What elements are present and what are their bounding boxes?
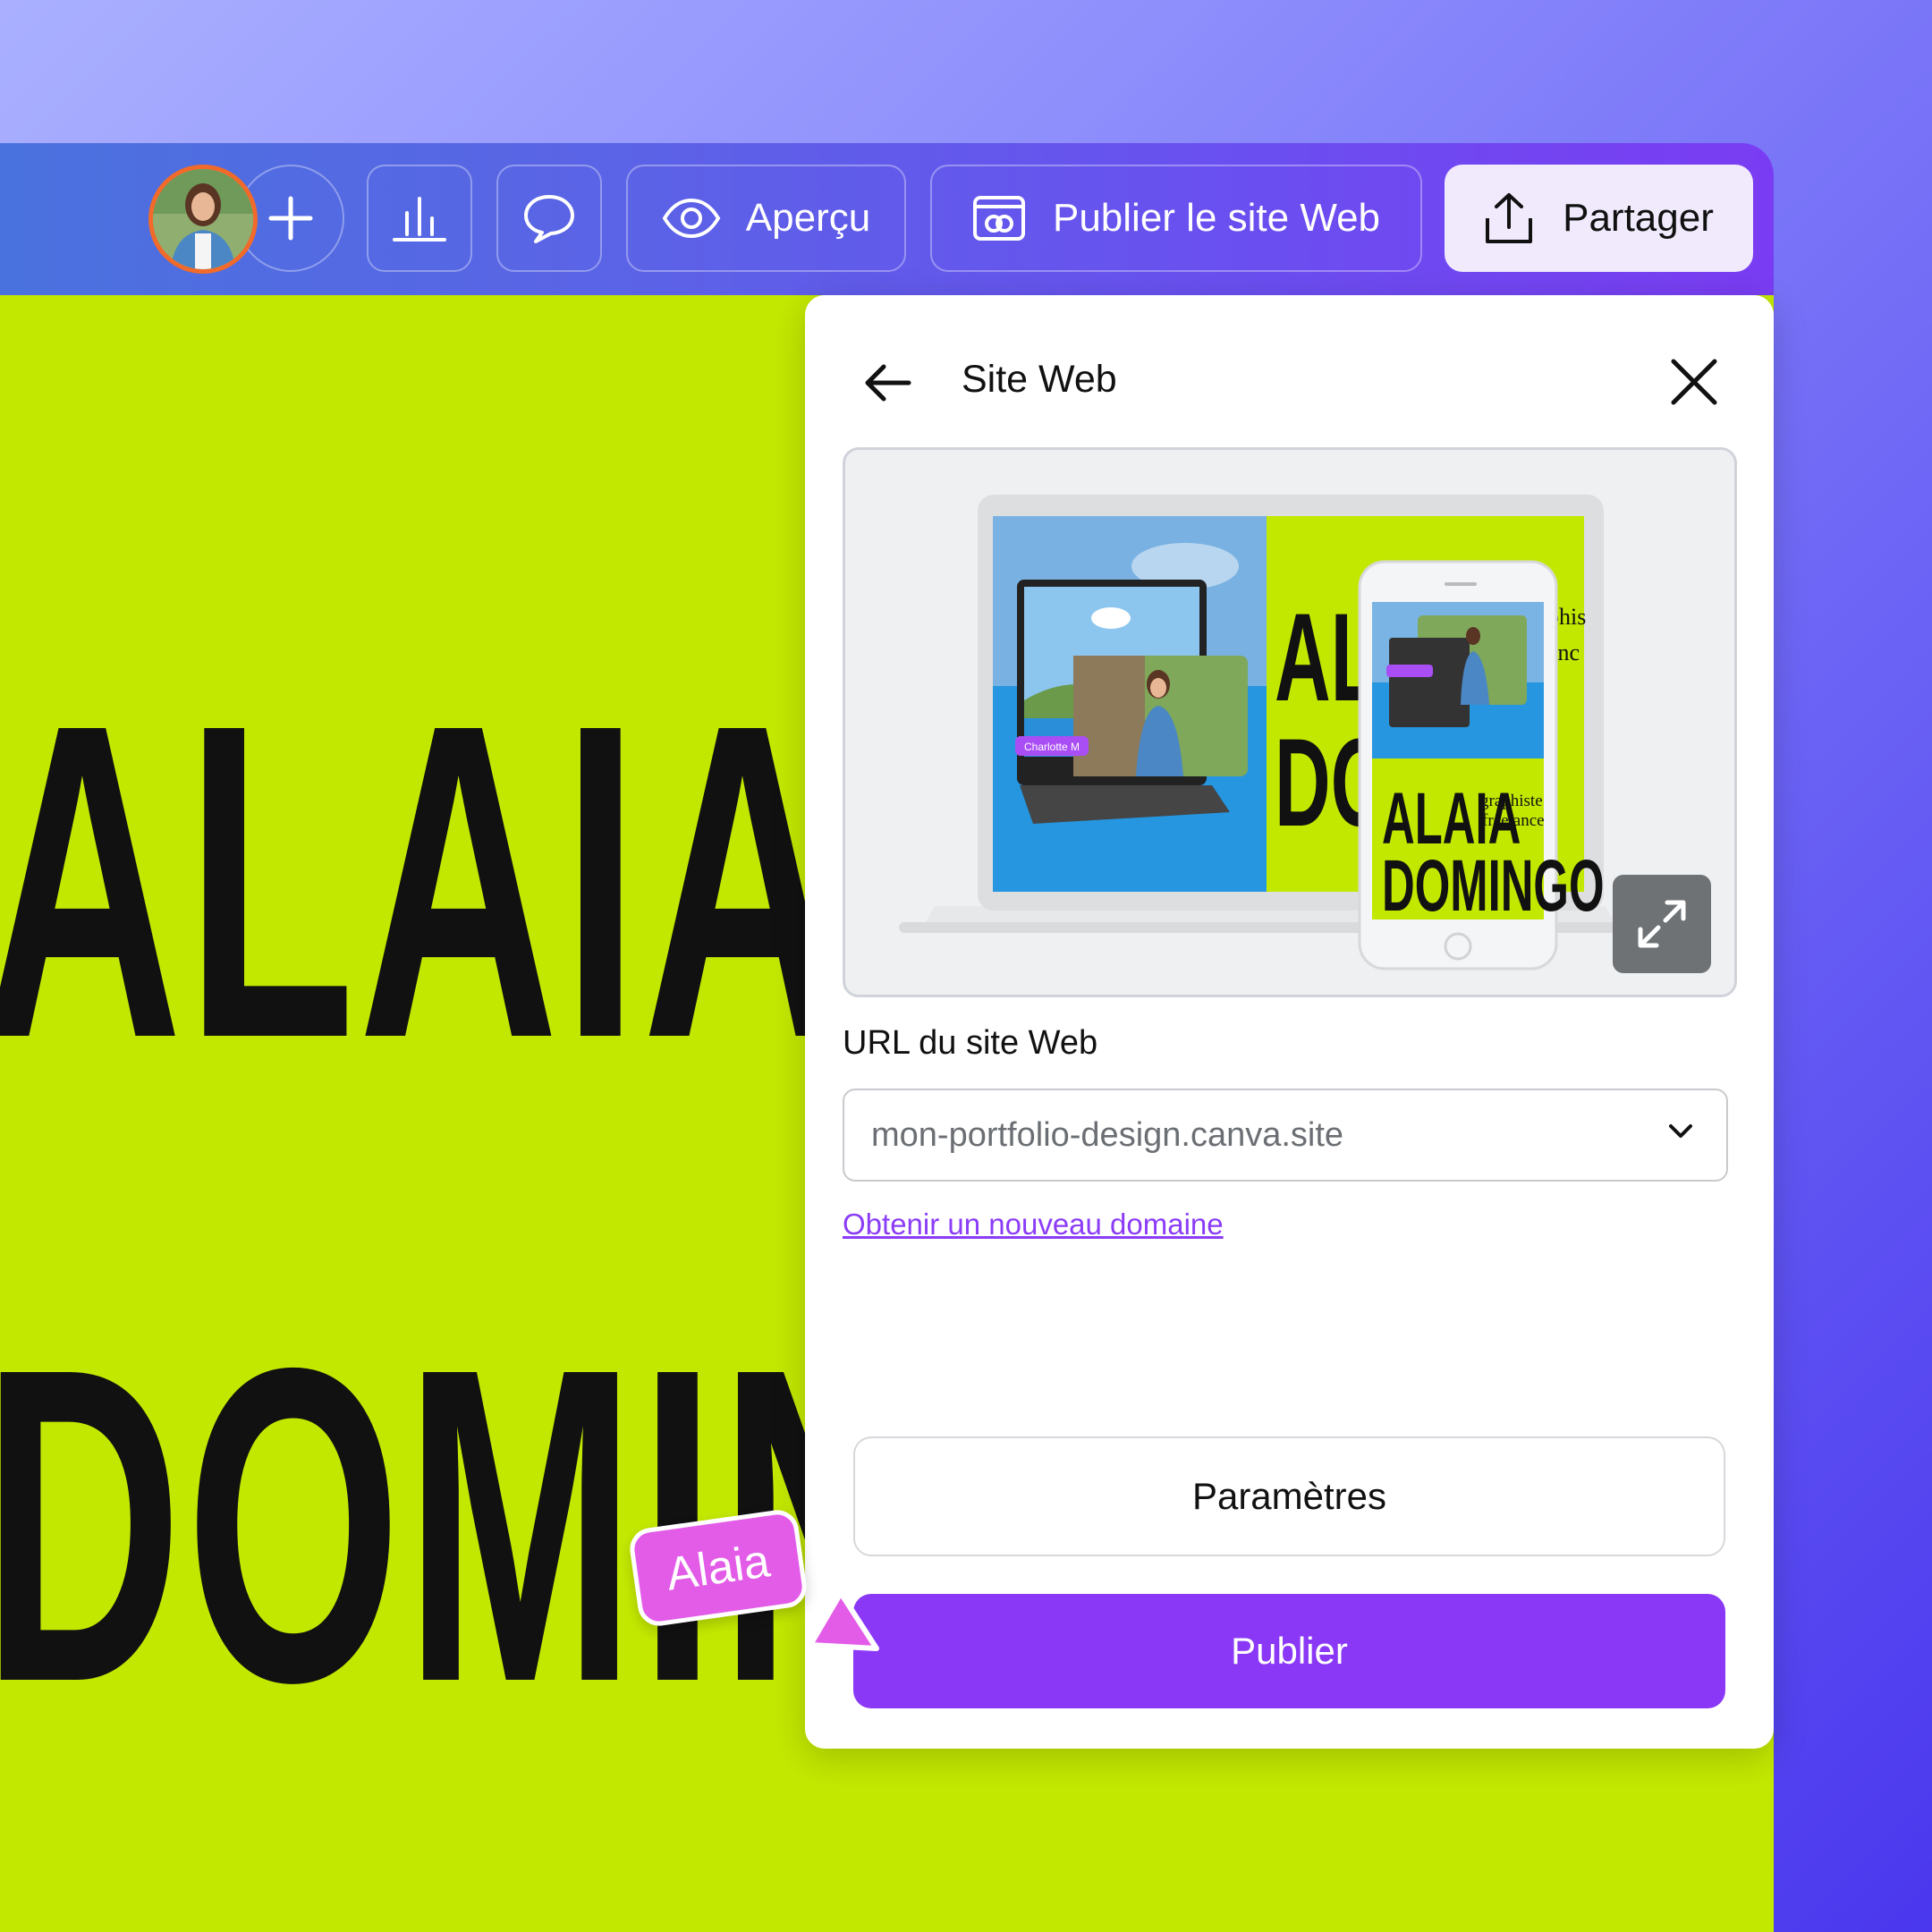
phone-role-line2: freelance (1482, 811, 1545, 830)
comment-button[interactable] (496, 165, 602, 272)
expand-icon (1638, 900, 1686, 948)
insights-button[interactable] (367, 165, 472, 272)
website-icon (972, 196, 1025, 241)
collaborator-tag-text: Charlotte M (1024, 741, 1080, 753)
website-publish-panel: Site Web Charlotte M AL DO phis anc ALAI… (805, 295, 1774, 1749)
close-icon[interactable] (1668, 356, 1720, 408)
publish-website-label: Publier le site Web (1052, 196, 1381, 240)
back-arrow-icon[interactable] (860, 356, 914, 410)
get-new-domain-link[interactable]: Obtenir un nouveau domaine (843, 1208, 1224, 1241)
top-toolbar: Aperçu Publier le site Web Partager (0, 143, 1774, 295)
preview-button[interactable]: Aperçu (626, 165, 906, 272)
panel-title: Site Web (962, 358, 1117, 401)
preview-label: Aperçu (745, 196, 871, 240)
share-button[interactable]: Partager (1445, 165, 1753, 272)
publish-website-button[interactable]: Publier le site Web (930, 165, 1422, 272)
chevron-down-icon (1669, 1124, 1692, 1138)
url-value: mon-portfolio-design.canva.site (871, 1115, 1344, 1154)
website-preview[interactable]: Charlotte M AL DO phis anc ALAIA DOMINGO… (843, 447, 1737, 997)
eye-icon (662, 198, 721, 239)
phone-role-line1: graphiste (1480, 792, 1543, 810)
device-mockup-illustration: Charlotte M AL DO phis anc ALAIA DOMINGO… (899, 495, 1641, 970)
avatar-photo (153, 169, 253, 269)
comment-icon (524, 195, 574, 243)
collaborator-cursor-icon (808, 1590, 879, 1651)
plus-icon (268, 196, 313, 241)
bar-chart-icon (393, 197, 446, 242)
user-avatar[interactable] (148, 165, 258, 274)
settings-button[interactable]: Paramètres (853, 1436, 1725, 1556)
expand-preview-button[interactable] (1613, 875, 1711, 973)
url-dropdown[interactable]: mon-portfolio-design.canva.site (843, 1089, 1728, 1182)
canvas-headline-line1: ALAIA (0, 631, 846, 1131)
share-label: Partager (1563, 196, 1714, 240)
phone-name-line2: DOMINGO (1382, 845, 1605, 927)
url-label: URL du site Web (843, 1024, 1098, 1062)
share-icon (1486, 193, 1533, 243)
publish-button[interactable]: Publier (853, 1594, 1725, 1708)
